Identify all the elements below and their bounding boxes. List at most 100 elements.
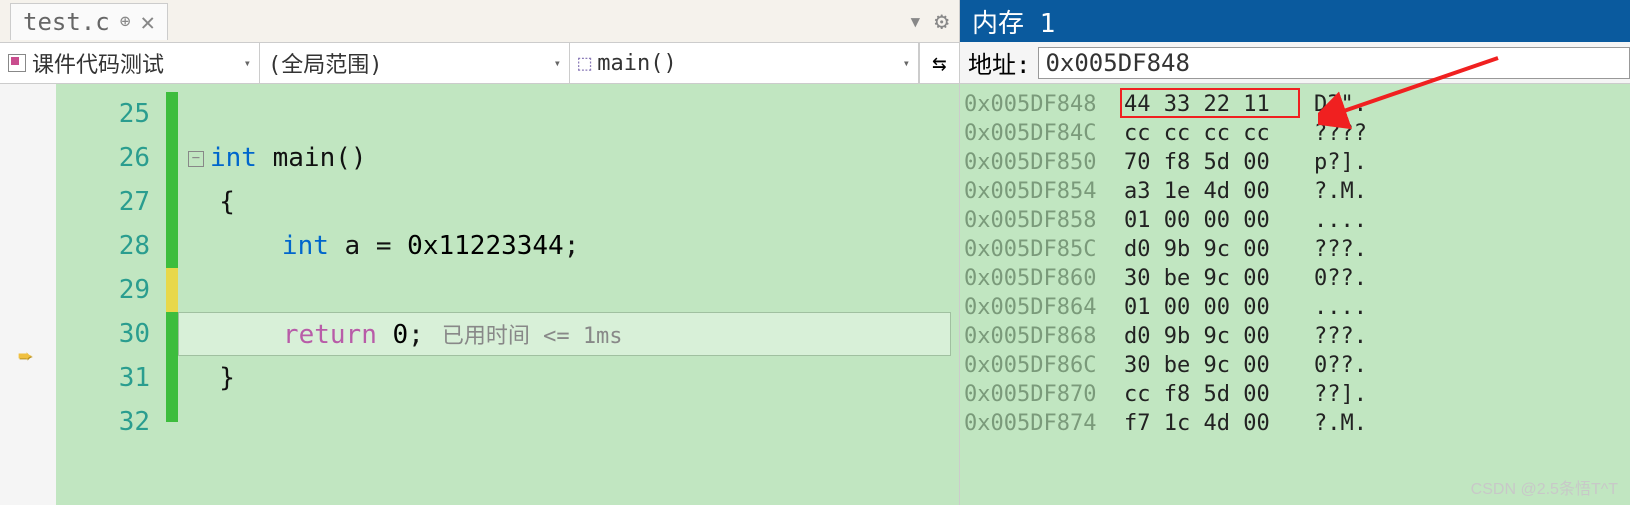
memory-ascii: ??]. [1314, 380, 1367, 409]
memory-row: 0x005DF868d0 9b 9c 00???. [964, 322, 1630, 351]
code-line [178, 268, 959, 312]
line-number: 25 [56, 92, 150, 136]
line-number: 26 [56, 136, 150, 180]
split-toggle-button[interactable]: ⇆ [919, 43, 959, 83]
scope-label: (全局范围) [268, 47, 383, 79]
memory-address: 0x005DF860 [964, 264, 1124, 293]
memory-ascii: 0??. [1314, 351, 1367, 380]
memory-ascii: ???. [1314, 322, 1367, 351]
line-number: 31 [56, 356, 150, 400]
memory-row: 0x005DF874f7 1c 4d 00?.M. [964, 409, 1630, 438]
memory-address: 0x005DF874 [964, 409, 1124, 438]
memory-row: 0x005DF84844 33 22 11D3". [964, 90, 1630, 119]
split-icon: ⇆ [932, 49, 946, 77]
watermark: CSDN @2.5条悟T^T [1471, 475, 1618, 499]
memory-ascii: .... [1314, 206, 1367, 235]
memory-row: 0x005DF86C30 be 9c 000??. [964, 351, 1630, 380]
perf-tip[interactable]: 已用时间 <= 1ms [442, 324, 623, 349]
tab-bar: test.c ⊕ ✕ ▾ ⚙ [0, 0, 959, 42]
chevron-down-icon: ▾ [244, 56, 251, 70]
memory-ascii: p?]. [1314, 148, 1367, 177]
pin-icon[interactable]: ⊕ [120, 11, 131, 32]
memory-ascii: ???? [1314, 119, 1367, 148]
memory-bytes: 44 33 22 11 [1124, 90, 1314, 119]
memory-ascii: ???. [1314, 235, 1367, 264]
line-number: 27 [56, 180, 150, 224]
project-name: 课件代码测试 [32, 47, 164, 79]
memory-bytes: 30 be 9c 00 [1124, 351, 1314, 380]
memory-ascii: D3". [1314, 90, 1367, 119]
memory-row: 0x005DF86401 00 00 00.... [964, 293, 1630, 322]
code-line-current: return 0;已用时间 <= 1ms [178, 312, 951, 356]
memory-row: 0x005DF84Ccc cc cc cc???? [964, 119, 1630, 148]
function-icon: ⬚ [578, 51, 591, 76]
memory-address: 0x005DF848 [964, 90, 1124, 119]
memory-row: 0x005DF85070 f8 5d 00p?]. [964, 148, 1630, 177]
memory-ascii: .... [1314, 293, 1367, 322]
memory-address: 0x005DF870 [964, 380, 1124, 409]
code-area[interactable]: ➨ 2526272829303132 −int main() { int a =… [0, 84, 959, 505]
memory-pane: 内存 1 地址: 0x005DF84844 33 22 11D3".0x005D… [960, 0, 1630, 505]
dropdown-caret-icon[interactable]: ▾ [908, 7, 922, 35]
line-number: 32 [56, 400, 150, 444]
code-line: { [178, 180, 959, 224]
line-number: 30 [56, 312, 150, 356]
memory-bytes: cc cc cc cc [1124, 119, 1314, 148]
memory-bytes: a3 1e 4d 00 [1124, 177, 1314, 206]
memory-bytes: 01 00 00 00 [1124, 206, 1314, 235]
line-number: 28 [56, 224, 150, 268]
editor-pane: test.c ⊕ ✕ ▾ ⚙ 课件代码测试 ▾ (全局范围) ▾ ⬚ main(… [0, 0, 960, 505]
execution-pointer-icon: ➨ [18, 342, 32, 370]
memory-bytes: 01 00 00 00 [1124, 293, 1314, 322]
memory-panel-title: 内存 1 [960, 0, 1630, 42]
line-number: 29 [56, 268, 150, 312]
memory-address: 0x005DF85C [964, 235, 1124, 264]
memory-bytes: d0 9b 9c 00 [1124, 235, 1314, 264]
project-dropdown[interactable]: 课件代码测试 ▾ [0, 43, 260, 83]
address-label: 地址: [968, 45, 1030, 80]
memory-bytes: 30 be 9c 00 [1124, 264, 1314, 293]
code-line [178, 400, 959, 444]
memory-address: 0x005DF864 [964, 293, 1124, 322]
memory-row: 0x005DF870cc f8 5d 00??]. [964, 380, 1630, 409]
project-icon [8, 54, 26, 72]
memory-row: 0x005DF85801 00 00 00.... [964, 206, 1630, 235]
memory-bytes: f7 1c 4d 00 [1124, 409, 1314, 438]
close-icon[interactable]: ✕ [141, 8, 155, 36]
memory-bytes: cc f8 5d 00 [1124, 380, 1314, 409]
function-name: main() [597, 51, 676, 76]
memory-address-input[interactable] [1038, 47, 1630, 79]
memory-address: 0x005DF84C [964, 119, 1124, 148]
memory-bytes: d0 9b 9c 00 [1124, 322, 1314, 351]
memory-row: 0x005DF85Cd0 9b 9c 00???. [964, 235, 1630, 264]
function-dropdown[interactable]: ⬚ main() ▾ [570, 43, 919, 83]
memory-address: 0x005DF850 [964, 148, 1124, 177]
code-line: } [178, 356, 959, 400]
memory-row: 0x005DF86030 be 9c 000??. [964, 264, 1630, 293]
memory-ascii: ?.M. [1314, 409, 1367, 438]
fold-minus-icon[interactable]: − [188, 151, 204, 167]
breakpoint-gutter[interactable]: ➨ [0, 84, 56, 505]
memory-address: 0x005DF86C [964, 351, 1124, 380]
code-content[interactable]: −int main() { int a = 0x11223344; return… [178, 84, 959, 505]
line-number-gutter: 2526272829303132 [56, 84, 166, 505]
chevron-down-icon: ▾ [903, 56, 910, 70]
memory-address: 0x005DF868 [964, 322, 1124, 351]
memory-address-bar: 地址: [960, 42, 1630, 84]
scope-dropdown[interactable]: (全局范围) ▾ [260, 43, 570, 83]
code-line: −int main() [178, 136, 959, 180]
memory-dump[interactable]: 0x005DF84844 33 22 11D3".0x005DF84Ccc cc… [960, 84, 1630, 505]
gear-icon[interactable]: ⚙ [935, 7, 949, 35]
tab-file[interactable]: test.c ⊕ ✕ [10, 3, 168, 40]
nav-dropdown-bar: 课件代码测试 ▾ (全局范围) ▾ ⬚ main() ▾ ⇆ [0, 42, 959, 84]
memory-ascii: ?.M. [1314, 177, 1367, 206]
memory-address: 0x005DF858 [964, 206, 1124, 235]
memory-bytes: 70 f8 5d 00 [1124, 148, 1314, 177]
memory-address: 0x005DF854 [964, 177, 1124, 206]
code-line: int a = 0x11223344; [178, 224, 959, 268]
code-line [178, 92, 959, 136]
memory-row: 0x005DF854a3 1e 4d 00?.M. [964, 177, 1630, 206]
tab-filename: test.c [23, 8, 110, 36]
chevron-down-icon: ▾ [554, 56, 561, 70]
memory-ascii: 0??. [1314, 264, 1367, 293]
